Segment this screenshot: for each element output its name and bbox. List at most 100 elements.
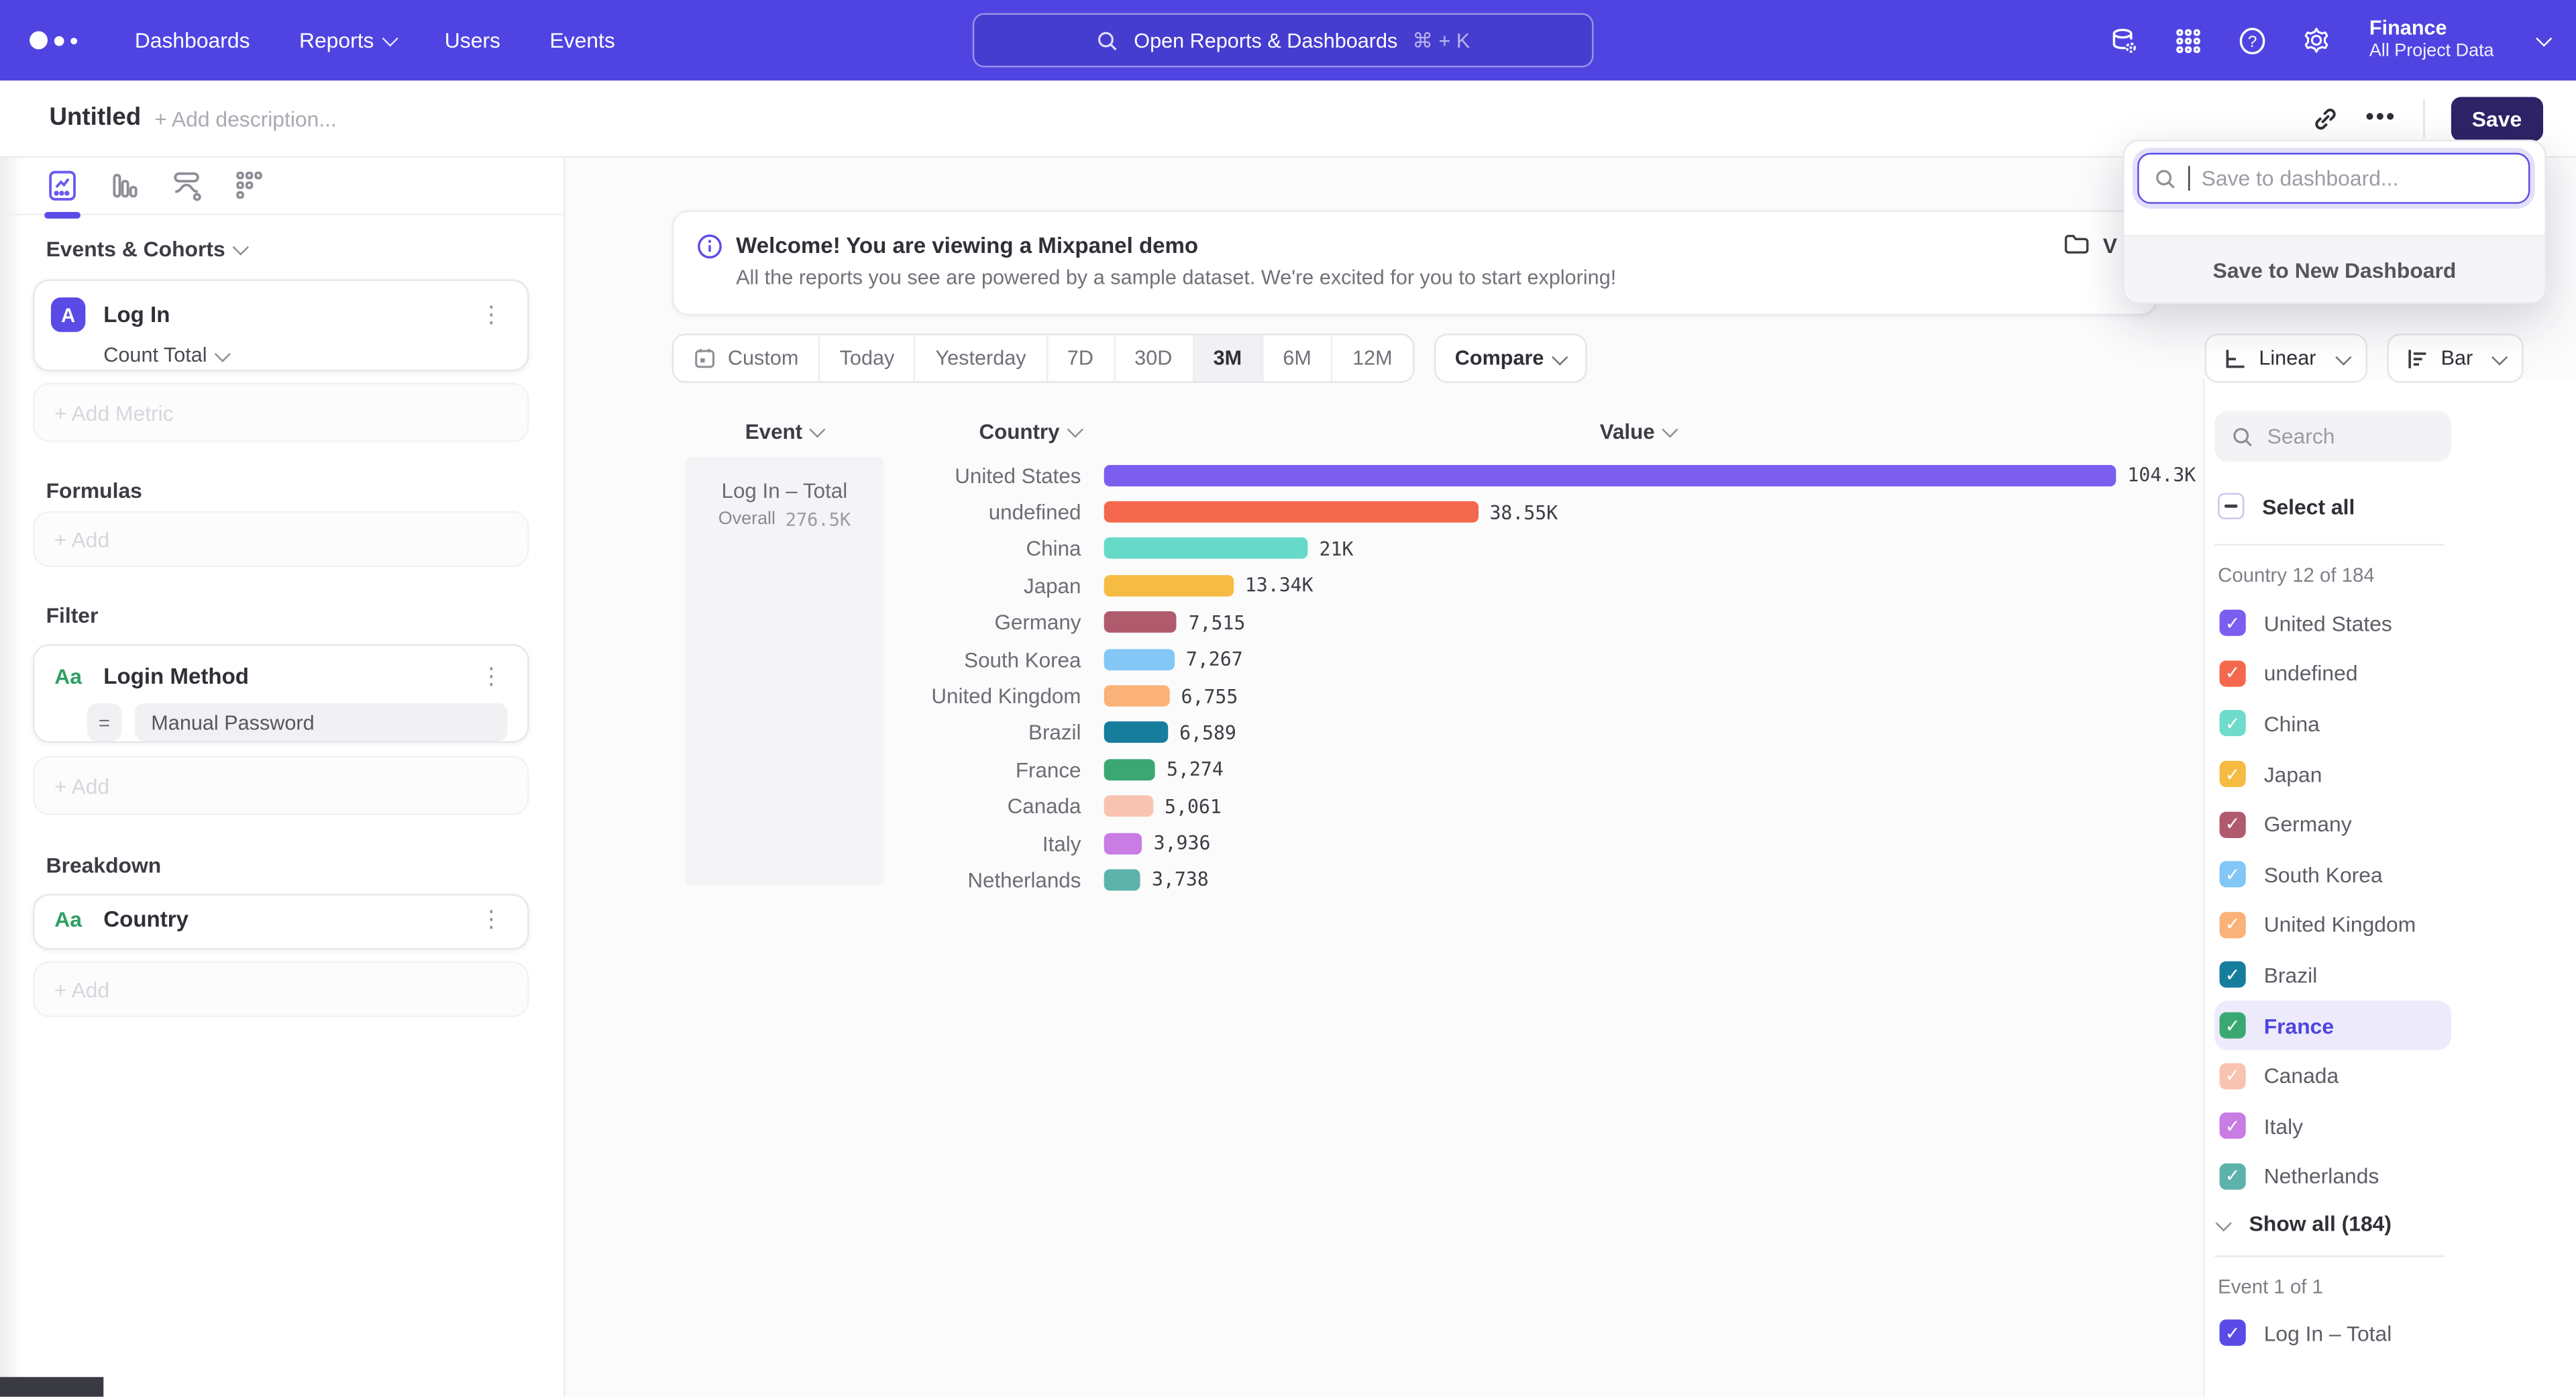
bar-south-korea[interactable]	[1104, 648, 1175, 670]
filter-country-united-kingdom[interactable]: ✓ United Kingdom	[2214, 900, 2451, 950]
kebab-menu-icon[interactable]: ⋮	[475, 301, 508, 329]
data-management-icon[interactable]	[2110, 25, 2139, 55]
select-all-checkbox[interactable]: Select all	[2218, 493, 2355, 519]
aggregation-dropdown[interactable]: Count Total	[34, 332, 527, 384]
time-range-today[interactable]: Today	[820, 335, 916, 382]
chevron-down-icon[interactable]	[2536, 30, 2552, 46]
checkbox-checked-icon[interactable]: ✓	[2220, 862, 2246, 888]
add-metric-button[interactable]: + Add Metric	[33, 383, 529, 442]
filter-country-japan[interactable]: ✓Japan	[2214, 749, 2451, 799]
add-filter-button[interactable]: + Add	[33, 756, 529, 815]
column-header-country[interactable]: Country	[884, 419, 1081, 444]
nav-item-dashboards[interactable]: Dashboards	[135, 28, 250, 53]
checkbox-checked-icon[interactable]: ✓	[2220, 962, 2246, 988]
breakdown-property-name[interactable]: Country	[103, 907, 474, 932]
copy-link-icon[interactable]	[2311, 105, 2339, 133]
bar-category-label: Canada	[851, 794, 1081, 819]
more-options-button[interactable]: •••	[2365, 110, 2396, 126]
metric-event-name[interactable]: Log In	[103, 303, 474, 327]
flows-report-icon[interactable]	[168, 164, 207, 207]
time-range-12m[interactable]: 12M	[1333, 335, 1412, 382]
bar-canada[interactable]	[1104, 796, 1153, 817]
compare-button[interactable]: Compare	[1434, 333, 1587, 382]
bar-netherlands[interactable]	[1104, 869, 1140, 890]
filter-card[interactable]: Aa Login Method ⋮ = Manual Password	[33, 644, 529, 743]
filter-value[interactable]: Manual Password	[135, 703, 508, 741]
time-range-yesterday[interactable]: Yesterday	[916, 335, 1047, 382]
filter-country-brazil[interactable]: ✓Brazil	[2214, 950, 2451, 1000]
time-range-3m[interactable]: 3M	[1193, 335, 1263, 382]
checkbox-checked-icon[interactable]: ✓	[2220, 1013, 2246, 1039]
kebab-menu-icon[interactable]: ⋮	[475, 662, 508, 690]
nav-item-users[interactable]: Users	[445, 28, 500, 53]
nav-item-reports[interactable]: Reports	[299, 28, 395, 53]
nav-item-events[interactable]: Events	[549, 28, 614, 53]
report-type-tabs	[0, 156, 564, 215]
filter-operator[interactable]: =	[87, 703, 121, 741]
add-formula-button[interactable]: + Add	[33, 511, 529, 567]
project-switcher[interactable]: Finance All Project Data	[2369, 16, 2494, 64]
apps-grid-icon[interactable]	[2174, 25, 2203, 55]
settings-gear-icon[interactable]	[2302, 25, 2331, 55]
checkbox-checked-icon[interactable]: ✓	[2220, 610, 2246, 636]
checkbox-checked-icon[interactable]: ✓	[2220, 660, 2246, 686]
breakdown-card[interactable]: Aa Country ⋮	[33, 894, 529, 949]
checkbox-checked-icon[interactable]: ✓	[2220, 1063, 2246, 1089]
panel-search-input[interactable]: Search	[2214, 411, 2451, 462]
time-range-7d[interactable]: 7D	[1047, 335, 1114, 382]
bar-united-kingdom[interactable]	[1104, 685, 1170, 707]
filter-country-undefined[interactable]: ✓undefined	[2214, 648, 2451, 698]
time-range-6m[interactable]: 6M	[1263, 335, 1333, 382]
filter-country-label: United Kingdom	[2264, 913, 2416, 937]
insights-report-icon[interactable]	[43, 164, 83, 207]
add-description-button[interactable]: + Add description...	[154, 106, 337, 131]
bar-china[interactable]	[1104, 538, 1308, 560]
funnels-report-icon[interactable]	[105, 164, 145, 207]
filter-country-germany[interactable]: ✓Germany	[2214, 799, 2451, 849]
time-range-30d[interactable]: 30D	[1115, 335, 1193, 382]
scale-dropdown[interactable]: Linear	[2205, 333, 2367, 382]
filter-country-china[interactable]: ✓China	[2214, 698, 2451, 749]
help-icon[interactable]: ?	[2238, 25, 2267, 55]
country-count-label: Country 12 of 184	[2218, 564, 2375, 586]
filter-country-italy[interactable]: ✓Italy	[2214, 1101, 2451, 1151]
checkbox-checked-icon[interactable]: ✓	[2220, 1320, 2246, 1346]
column-header-value[interactable]: Value	[1540, 419, 1737, 444]
view-board-button[interactable]: V	[2063, 231, 2117, 258]
bar-united-states[interactable]	[1104, 464, 2116, 486]
column-header-event[interactable]: Event	[685, 419, 883, 444]
metric-card[interactable]: A Log In ⋮ Count Total	[33, 279, 529, 371]
checkbox-checked-icon[interactable]: ✓	[2220, 912, 2246, 938]
checkbox-checked-icon[interactable]: ✓	[2220, 1163, 2246, 1189]
filter-country-south-korea[interactable]: ✓South Korea	[2214, 849, 2451, 900]
retention-report-icon[interactable]	[230, 164, 270, 207]
bar-germany[interactable]	[1104, 612, 1177, 633]
checkbox-checked-icon[interactable]: ✓	[2220, 761, 2246, 787]
save-dashboard-search-input[interactable]: Save to dashboard...	[2137, 153, 2530, 204]
checkbox-checked-icon[interactable]: ✓	[2220, 711, 2246, 737]
filter-event-log-in-total[interactable]: ✓Log In – Total	[2214, 1308, 2451, 1358]
save-button[interactable]: Save	[2451, 96, 2543, 140]
global-search-button[interactable]: Open Reports & Dashboards ⌘ + K	[973, 13, 1594, 68]
bar-brazil[interactable]	[1104, 722, 1168, 743]
filter-country-united-states[interactable]: ✓United States	[2214, 598, 2451, 648]
mixpanel-logo-icon[interactable]	[30, 32, 92, 50]
bar-japan[interactable]	[1104, 575, 1234, 597]
bar-france[interactable]	[1104, 759, 1155, 780]
filter-country-netherlands[interactable]: ✓Netherlands	[2214, 1151, 2451, 1202]
add-breakdown-button[interactable]: + Add	[33, 962, 529, 1017]
report-title[interactable]: Untitled	[49, 103, 141, 132]
filter-country-france[interactable]: ✓France	[2214, 1000, 2451, 1051]
save-to-new-dashboard-button[interactable]: Save to New Dashboard	[2125, 235, 2545, 302]
bar-italy[interactable]	[1104, 833, 1142, 854]
checkbox-checked-icon[interactable]: ✓	[2220, 811, 2246, 837]
time-range-custom[interactable]: Custom	[674, 335, 820, 382]
kebab-menu-icon[interactable]: ⋮	[475, 905, 508, 933]
show-all-toggle[interactable]: Show all (184)	[2218, 1211, 2392, 1236]
checkbox-checked-icon[interactable]: ✓	[2220, 1113, 2246, 1139]
events-cohorts-header[interactable]: Events & Cohorts	[46, 237, 247, 262]
chart-type-dropdown[interactable]: Bar	[2387, 333, 2524, 382]
filter-country-canada[interactable]: ✓Canada	[2214, 1051, 2451, 1101]
bar-undefined[interactable]	[1104, 501, 1479, 523]
filter-property-name[interactable]: Login Method	[103, 664, 474, 688]
